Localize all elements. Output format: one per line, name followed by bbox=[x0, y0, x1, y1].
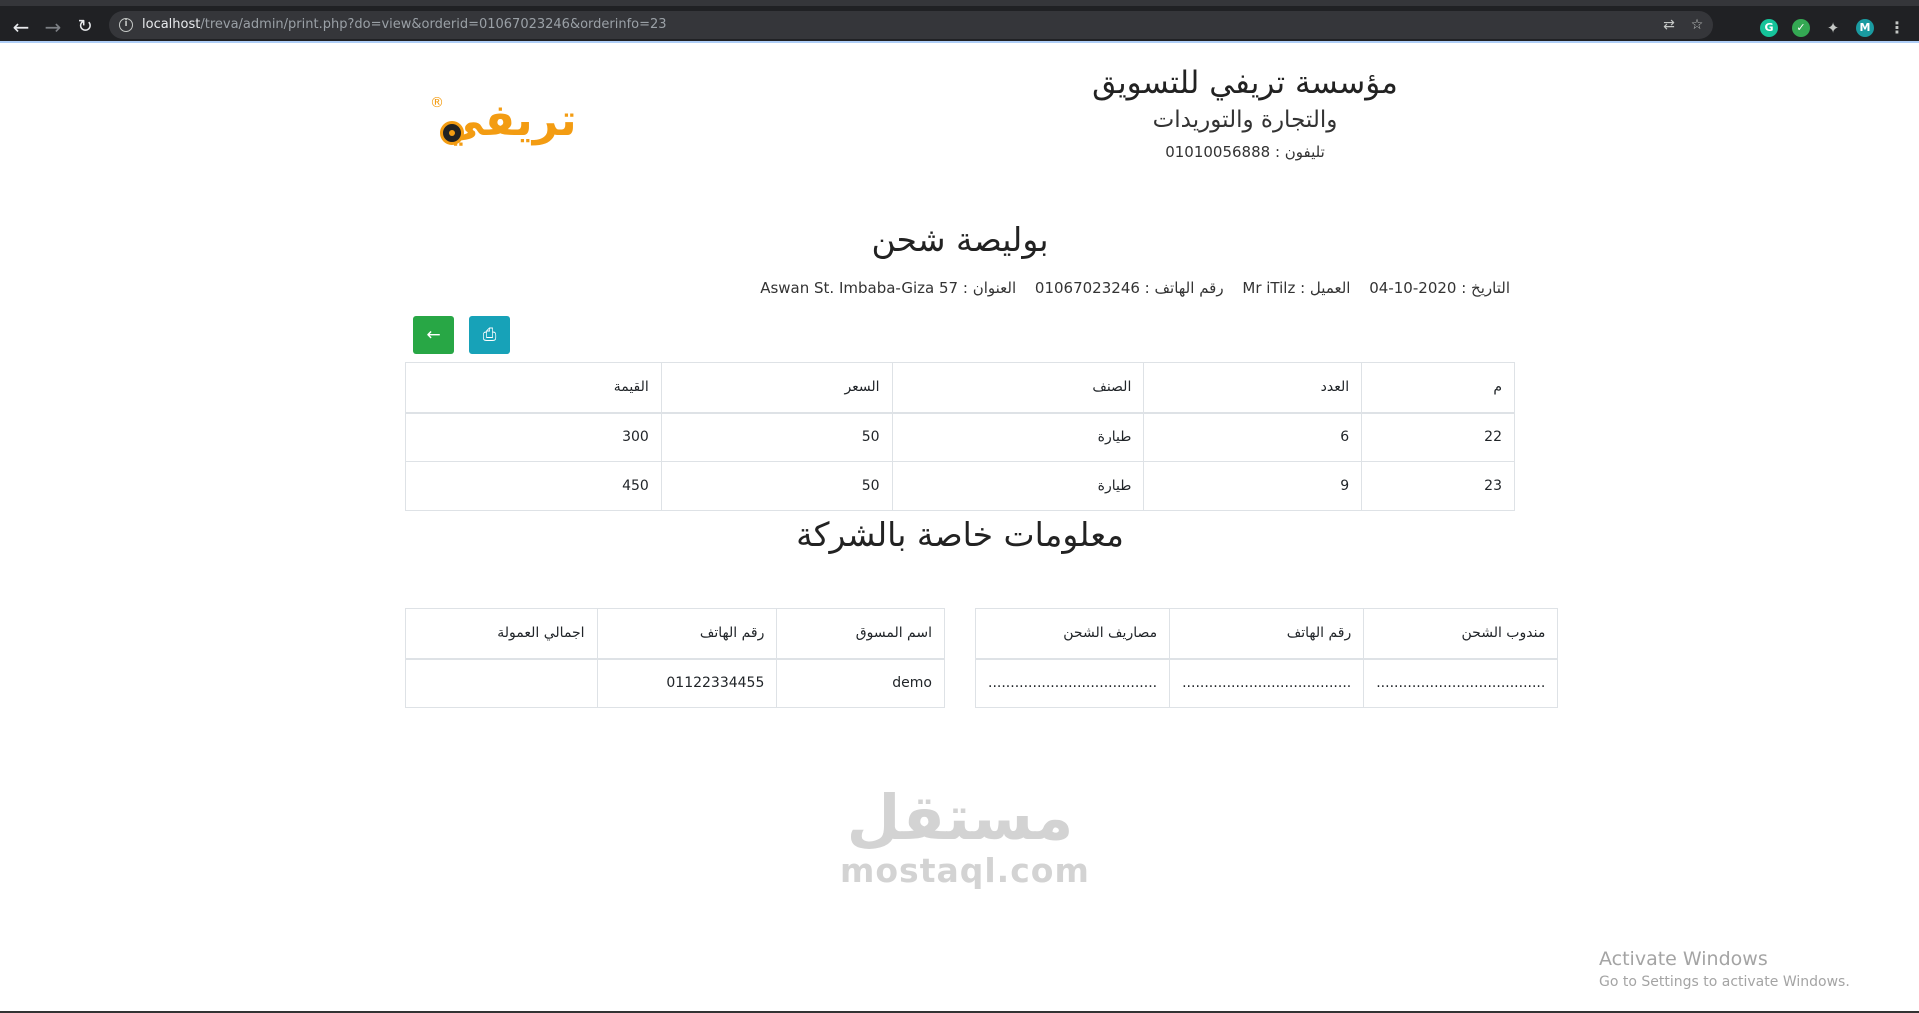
company-name: مؤسسة تريفي للتسويق bbox=[1092, 65, 1398, 101]
cell-index: 23 bbox=[1361, 461, 1515, 511]
activate-windows-notice: Activate Windows Go to Settings to activ… bbox=[1599, 948, 1850, 990]
col-total-commission: اجمالي العمولة bbox=[405, 608, 598, 660]
arrow-left-icon: ← bbox=[426, 325, 441, 345]
printer-icon: ⎙ bbox=[482, 325, 497, 345]
browser-toolbar: ← → ↻ i localhost/treva/admin/print.php?… bbox=[0, 0, 1919, 41]
order-address: العنوان : 57 Aswan St. Imbaba-Giza bbox=[760, 279, 1017, 297]
items-table: م العدد الصنف السعر القيمة 22 6 طيارة 50… bbox=[405, 362, 1515, 511]
grammarly-initial: G bbox=[1764, 21, 1774, 34]
profile-initial: M bbox=[1859, 21, 1871, 34]
extensions-puzzle-icon[interactable]: ✦ bbox=[1824, 19, 1842, 37]
grammarly-icon[interactable]: G bbox=[1760, 19, 1778, 37]
forward-arrow-icon[interactable]: → bbox=[40, 14, 66, 40]
table-row: 22 6 طيارة 50 300 bbox=[405, 412, 1515, 462]
cell-value: 300 bbox=[405, 412, 662, 462]
registered-mark: ® bbox=[430, 95, 444, 111]
cell-agent-phone: ...................................... bbox=[1169, 658, 1365, 708]
marketer-table: اسم المسوق رقم الهاتف اجمالي العمولة dem… bbox=[405, 608, 945, 708]
company-phone: تليفون : 01010056888 bbox=[1165, 143, 1325, 161]
cell-shipping-agent: ...................................... bbox=[1363, 658, 1559, 708]
table-header-row: مندوب الشحن رقم الهاتف مصاريف الشحن bbox=[974, 608, 1559, 660]
cell-value: 450 bbox=[405, 461, 662, 511]
company-info-title: معلومات خاصة بالشركة bbox=[796, 515, 1124, 554]
url-path: /treva/admin/print.php?do=view&orderid=0… bbox=[200, 17, 667, 32]
cell-total-commission bbox=[405, 658, 598, 708]
translate-icon[interactable]: ⇄ bbox=[1659, 15, 1679, 35]
address-bar[interactable]: i localhost/treva/admin/print.php?do=vie… bbox=[109, 11, 1713, 39]
col-marketer-phone: رقم الهاتف bbox=[596, 608, 778, 660]
url-text[interactable]: localhost/treva/admin/print.php?do=view&… bbox=[142, 17, 667, 32]
profile-avatar[interactable]: M bbox=[1856, 19, 1874, 37]
col-price: السعر bbox=[660, 362, 893, 414]
col-value: القيمة bbox=[405, 362, 662, 414]
col-marketer-name: اسم المسوق bbox=[776, 608, 945, 660]
back-arrow-icon[interactable]: ← bbox=[8, 14, 34, 40]
reload-icon[interactable]: ↻ bbox=[72, 14, 98, 40]
table-header-row: م العدد الصنف السعر القيمة bbox=[405, 362, 1515, 414]
table-row: demo 01122334455 bbox=[405, 658, 945, 708]
order-meta: التاريخ : 2020-10-04 العميل : Mr iTilz ر… bbox=[700, 279, 1510, 297]
company-logo: تريفي ® bbox=[426, 93, 586, 153]
menu-kebab-icon[interactable]: ⋮ bbox=[1888, 19, 1906, 37]
watermark-latin: mostaql.com bbox=[840, 851, 1090, 890]
col-index: م bbox=[1361, 362, 1515, 414]
mostaql-watermark: مستقل mostaql.com bbox=[840, 781, 1090, 890]
star-icon[interactable]: ☆ bbox=[1687, 15, 1707, 35]
order-phone: رقم الهاتف : 01067023246 bbox=[1034, 279, 1224, 297]
print-button[interactable]: ⎙ bbox=[469, 316, 510, 354]
activate-subtitle: Go to Settings to activate Windows. bbox=[1599, 974, 1850, 990]
cell-quantity: 9 bbox=[1143, 461, 1363, 511]
print-page: مؤسسة تريفي للتسويق والتجارة والتوريدات … bbox=[0, 43, 1919, 1013]
shield-extension-icon[interactable]: ✓ bbox=[1792, 19, 1810, 37]
col-agent-phone: رقم الهاتف bbox=[1169, 608, 1365, 660]
col-shipping-cost: مصاريف الشحن bbox=[974, 608, 1171, 660]
cell-quantity: 6 bbox=[1143, 412, 1363, 462]
col-shipping-agent: مندوب الشحن bbox=[1363, 608, 1559, 660]
cell-index: 22 bbox=[1361, 412, 1515, 462]
cell-item: طيارة bbox=[891, 412, 1145, 462]
cell-price: 50 bbox=[660, 461, 893, 511]
col-quantity: العدد bbox=[1143, 362, 1363, 414]
document-title: بوليصة شحن bbox=[871, 220, 1049, 259]
back-button[interactable]: ← bbox=[413, 316, 454, 354]
shipping-table: مندوب الشحن رقم الهاتف مصاريف الشحن ....… bbox=[974, 608, 1559, 708]
cell-marketer-phone: 01122334455 bbox=[596, 658, 778, 708]
watermark-arabic: مستقل bbox=[846, 781, 1074, 854]
company-header: مؤسسة تريفي للتسويق والتجارة والتوريدات … bbox=[1050, 63, 1440, 161]
wheel-icon bbox=[440, 121, 464, 145]
table-row: 23 9 طيارة 50 450 bbox=[405, 461, 1515, 511]
url-host: localhost bbox=[142, 17, 201, 32]
cell-marketer-name: demo bbox=[776, 658, 945, 708]
col-item: الصنف bbox=[891, 362, 1145, 414]
cell-price: 50 bbox=[660, 412, 893, 462]
activate-title: Activate Windows bbox=[1599, 948, 1768, 970]
table-row: ...................................... .… bbox=[974, 658, 1559, 708]
order-date: التاريخ : 2020-10-04 bbox=[1369, 279, 1510, 297]
order-customer: العميل : Mr iTilz bbox=[1242, 279, 1351, 297]
table-header-row: اسم المسوق رقم الهاتف اجمالي العمولة bbox=[405, 608, 945, 660]
info-icon[interactable]: i bbox=[119, 18, 133, 32]
cell-shipping-cost: ...................................... bbox=[974, 658, 1171, 708]
company-subtitle: والتجارة والتوريدات bbox=[1152, 107, 1338, 133]
cell-item: طيارة bbox=[891, 461, 1145, 511]
